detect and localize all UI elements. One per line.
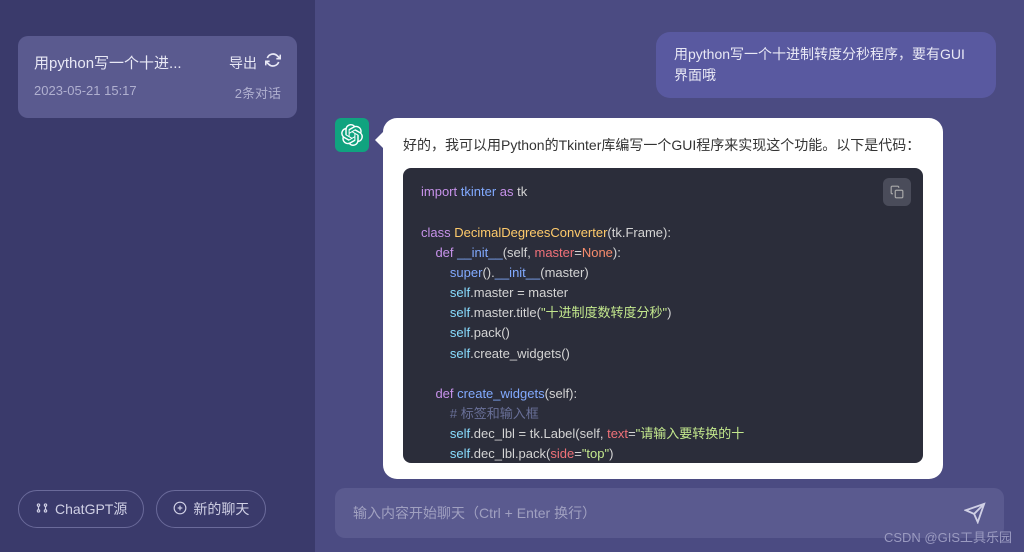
source-button[interactable]: ChatGPT源 <box>18 490 144 528</box>
assistant-intro-text: 好的，我可以用Python的Tkinter库编写一个GUI程序来实现这个功能。以… <box>403 134 923 156</box>
send-icon <box>964 502 986 524</box>
sidebar: 用python写一个十进... 导出 2023-05-21 15:17 2条对话… <box>0 0 315 552</box>
assistant-avatar <box>335 118 369 152</box>
new-chat-label: 新的聊天 <box>193 499 249 519</box>
assistant-row: 好的，我可以用Python的Tkinter库编写一个GUI程序来实现这个功能。以… <box>335 118 1004 479</box>
openai-icon <box>341 124 363 146</box>
main-area: 用python写一个十进制转度分秒程序，要有GUI界面哦 好的，我可以用Pyth… <box>315 0 1024 552</box>
conversation-meta: 2023-05-21 15:17 2条对话 <box>34 83 281 102</box>
copy-button[interactable] <box>883 178 911 206</box>
plus-circle-icon <box>173 501 187 518</box>
watermark: CSDN @GIS工具乐园 <box>884 527 1012 546</box>
input-placeholder: 输入内容开始聊天（Ctrl + Enter 换行） <box>353 503 964 523</box>
assistant-message: 好的，我可以用Python的Tkinter库编写一个GUI程序来实现这个功能。以… <box>383 118 943 479</box>
refresh-icon[interactable] <box>265 52 281 73</box>
settings-icon <box>35 501 49 518</box>
conversation-count: 2条对话 <box>235 83 281 102</box>
conversation-actions: 导出 <box>229 52 281 73</box>
conversation-top-row: 用python写一个十进... 导出 <box>34 52 281 73</box>
sidebar-bottom: ChatGPT源 新的聊天 <box>18 490 297 540</box>
send-button[interactable] <box>964 502 986 524</box>
conversation-card[interactable]: 用python写一个十进... 导出 2023-05-21 15:17 2条对话 <box>18 36 297 118</box>
source-button-label: ChatGPT源 <box>55 499 127 519</box>
conversation-timestamp: 2023-05-21 15:17 <box>34 83 137 102</box>
code-block: import tkinter as tk class DecimalDegree… <box>403 168 923 463</box>
user-message: 用python写一个十进制转度分秒程序，要有GUI界面哦 <box>656 32 996 98</box>
conversation-title: 用python写一个十进... <box>34 52 182 73</box>
code-content: import tkinter as tk class DecimalDegree… <box>421 182 923 463</box>
copy-icon <box>890 185 904 199</box>
export-button[interactable]: 导出 <box>229 53 257 73</box>
new-chat-button[interactable]: 新的聊天 <box>156 490 266 528</box>
